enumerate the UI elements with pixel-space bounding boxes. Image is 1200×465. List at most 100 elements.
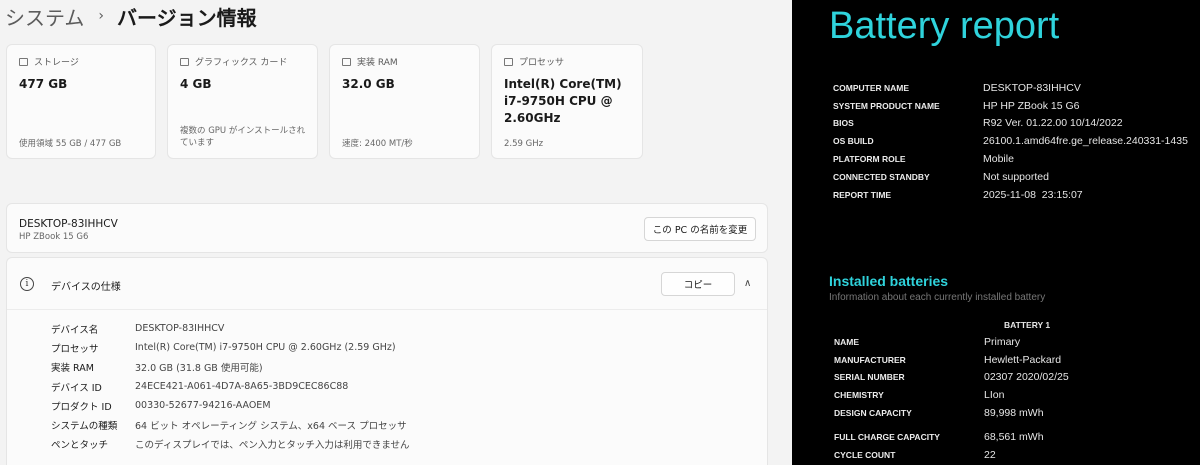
row-key: PLATFORM ROLE: [833, 154, 906, 165]
row-value: 2025-11-08 23:15:07: [983, 188, 1083, 201]
row-value: 26100.1.amd64fre.ge_release.240331-1435: [983, 135, 1188, 148]
table-row: SYSTEM PRODUCT NAME HP HP ZBook 15 G6: [833, 97, 1188, 115]
installed-batteries-title: Installed batteries: [829, 273, 949, 289]
row-value: Mobile: [983, 153, 1014, 166]
table-row: SERIAL NUMBER 02307 2020/02/25: [834, 369, 1069, 387]
installed-batteries-table: NAME Primary MANUFACTURER Hewlett-Packar…: [834, 333, 1069, 464]
row-key: MANUFACTURER: [834, 354, 906, 365]
battery-report-title: Battery report: [829, 5, 1060, 47]
page-title: バージョン情報: [117, 5, 257, 30]
spec-row-product-id: プロダクト ID 00330-52677-94216-AAOEM: [51, 396, 410, 415]
memory-icon: [342, 57, 351, 66]
spec-label: システムの種類: [51, 421, 118, 433]
spec-value: Intel(R) Core(TM) i7-9750H CPU @ 2.60GHz…: [135, 342, 396, 354]
rename-pc-button[interactable]: この PC の名前を変更: [644, 217, 756, 241]
table-row: FULL CHARGE CAPACITY 68,561 mWh: [834, 428, 1069, 446]
spec-row-pen-touch: ペンとタッチ このディスプレイでは、ペン入力とタッチ入力は利用できません: [51, 435, 410, 454]
row-value: Not supported: [983, 170, 1049, 183]
table-row: PLATFORM ROLE Mobile: [833, 150, 1188, 168]
storage-card-label: ストレージ: [34, 58, 79, 68]
chevron-right-icon: ›: [98, 8, 105, 24]
device-name-card: DESKTOP-83IHHCV HP ZBook 15 G6 この PC の名前…: [6, 203, 768, 253]
spec-label: プロダクト ID: [51, 401, 112, 413]
row-value: LIon: [984, 389, 1005, 402]
spec-value: このディスプレイでは、ペン入力とタッチ入力は利用できません: [135, 440, 410, 452]
table-row: NAME Primary: [834, 333, 1069, 351]
storage-card[interactable]: ストレージ 477 GB 使用領域 55 GB / 477 GB: [6, 44, 156, 159]
spec-value: DESKTOP-83IHHCV: [135, 323, 225, 335]
spec-value: 00330-52677-94216-AAOEM: [135, 400, 271, 412]
row-key: NAME: [834, 336, 860, 347]
row-key: BIOS: [833, 118, 854, 129]
row-value: DESKTOP-83IHHCV: [983, 81, 1081, 94]
spec-label: デバイス ID: [51, 382, 102, 394]
table-row: REPORT TIME 2025-11-08 23:15:07: [833, 186, 1188, 204]
table-row: OS BUILD 26100.1.amd64fre.ge_release.240…: [833, 132, 1188, 150]
row-value: Hewlett-Packard: [984, 353, 1062, 366]
storage-card-sub: 使用領域 55 GB / 477 GB: [19, 139, 122, 149]
row-key: CONNECTED STANDBY: [833, 171, 930, 182]
row-value: HP HP ZBook 15 G6: [983, 99, 1080, 112]
row-key: REPORT TIME: [833, 189, 892, 200]
processor-card-sub: 2.59 GHz: [504, 139, 544, 149]
ram-card[interactable]: 実装 RAM 32.0 GB 速度: 2400 MT/秒: [329, 44, 480, 159]
processor-icon: [504, 57, 513, 66]
processor-card[interactable]: プロセッサ Intel(R) Core(TM) i7-9750H CPU @ 2…: [491, 44, 643, 159]
row-value: 22: [984, 448, 996, 461]
device-model: HP ZBook 15 G6: [19, 232, 89, 242]
spec-row-processor: プロセッサ Intel(R) Core(TM) i7-9750H CPU @ 2…: [51, 338, 410, 357]
table-row: CHEMISTRY LIon: [834, 386, 1069, 404]
row-value: Primary: [984, 335, 1021, 348]
row-key: SERIAL NUMBER: [834, 372, 905, 383]
device-name: DESKTOP-83IHHCV: [19, 218, 118, 230]
installed-batteries-subtitle: Information about each currently install…: [829, 292, 1046, 303]
graphics-card-sub: 複数の GPU がインストールされています: [180, 126, 306, 148]
breadcrumb-parent[interactable]: システム: [5, 2, 84, 31]
ram-card-header: 実装 RAM: [342, 55, 398, 68]
info-icon: i: [20, 277, 34, 291]
table-row: BIOS R92 Ver. 01.22.00 10/14/2022: [833, 115, 1188, 133]
graphics-card-value: 4 GB: [180, 77, 212, 91]
ram-card-label: 実装 RAM: [357, 58, 398, 68]
graphics-card-icon: [180, 57, 189, 66]
row-value: R92 Ver. 01.22.00 10/14/2022: [983, 117, 1123, 130]
table-row: DESIGN CAPACITY 89,998 mWh: [834, 404, 1069, 422]
spec-label: プロセッサ: [51, 343, 99, 355]
spec-value: 24ECE421-A061-4D7A-8A65-3BD9CEC86C88: [135, 381, 349, 393]
device-specs-list: デバイス名 DESKTOP-83IHHCV プロセッサ Intel(R) Cor…: [51, 319, 410, 454]
spec-value: 32.0 GB (31.8 GB 使用可能): [135, 363, 263, 375]
processor-card-header: プロセッサ: [504, 55, 564, 68]
ram-card-value: 32.0 GB: [342, 77, 395, 91]
storage-card-value: 477 GB: [19, 77, 68, 91]
row-key: CYCLE COUNT: [834, 449, 896, 460]
ram-card-sub: 速度: 2400 MT/秒: [342, 139, 413, 149]
processor-card-value: Intel(R) Core(TM) i7-9750H CPU @ 2.60GHz: [504, 77, 622, 125]
spec-label: 実装 RAM: [51, 363, 94, 375]
table-row: COMPUTER NAME DESKTOP-83IHHCV: [833, 79, 1188, 97]
row-key: COMPUTER NAME: [833, 82, 910, 93]
device-specs-header[interactable]: i デバイスの仕様 コピー ∧: [7, 258, 767, 310]
device-specs-title: デバイスの仕様: [51, 282, 121, 293]
spec-value: 64 ビット オペレーティング システム、x64 ベース プロセッサ: [135, 421, 407, 433]
copy-button[interactable]: コピー: [661, 272, 735, 296]
table-row: CYCLE COUNT 22: [834, 446, 1069, 464]
spec-row-device-name: デバイス名 DESKTOP-83IHHCV: [51, 319, 410, 338]
spec-label: デバイス名: [51, 324, 99, 336]
row-key: CHEMISTRY: [834, 390, 884, 401]
row-key: DESIGN CAPACITY: [834, 408, 912, 419]
graphics-card-label: グラフィックス カード: [195, 58, 288, 68]
device-specs-panel: i デバイスの仕様 コピー ∧ デバイス名 DESKTOP-83IHHCV プロ…: [6, 257, 768, 465]
graphics-card[interactable]: グラフィックス カード 4 GB 複数の GPU がインストールされています: [167, 44, 318, 159]
spec-label: ペンとタッチ: [51, 440, 109, 452]
table-row: MANUFACTURER Hewlett-Packard: [834, 351, 1069, 369]
table-row: CONNECTED STANDBY Not supported: [833, 168, 1188, 186]
battery-column-header: BATTERY 1: [1004, 320, 1051, 330]
chevron-up-icon[interactable]: ∧: [744, 278, 751, 289]
spec-row-device-id: デバイス ID 24ECE421-A061-4D7A-8A65-3BD9CEC8…: [51, 377, 410, 396]
row-key: OS BUILD: [833, 136, 874, 147]
breadcrumb: システム › バージョン情報: [5, 2, 257, 30]
graphics-card-header: グラフィックス カード: [180, 55, 287, 68]
spec-row-ram: 実装 RAM 32.0 GB (31.8 GB 使用可能): [51, 358, 410, 377]
storage-icon: [19, 57, 28, 66]
system-info-table: COMPUTER NAME DESKTOP-83IHHCV SYSTEM PRO…: [833, 79, 1188, 204]
